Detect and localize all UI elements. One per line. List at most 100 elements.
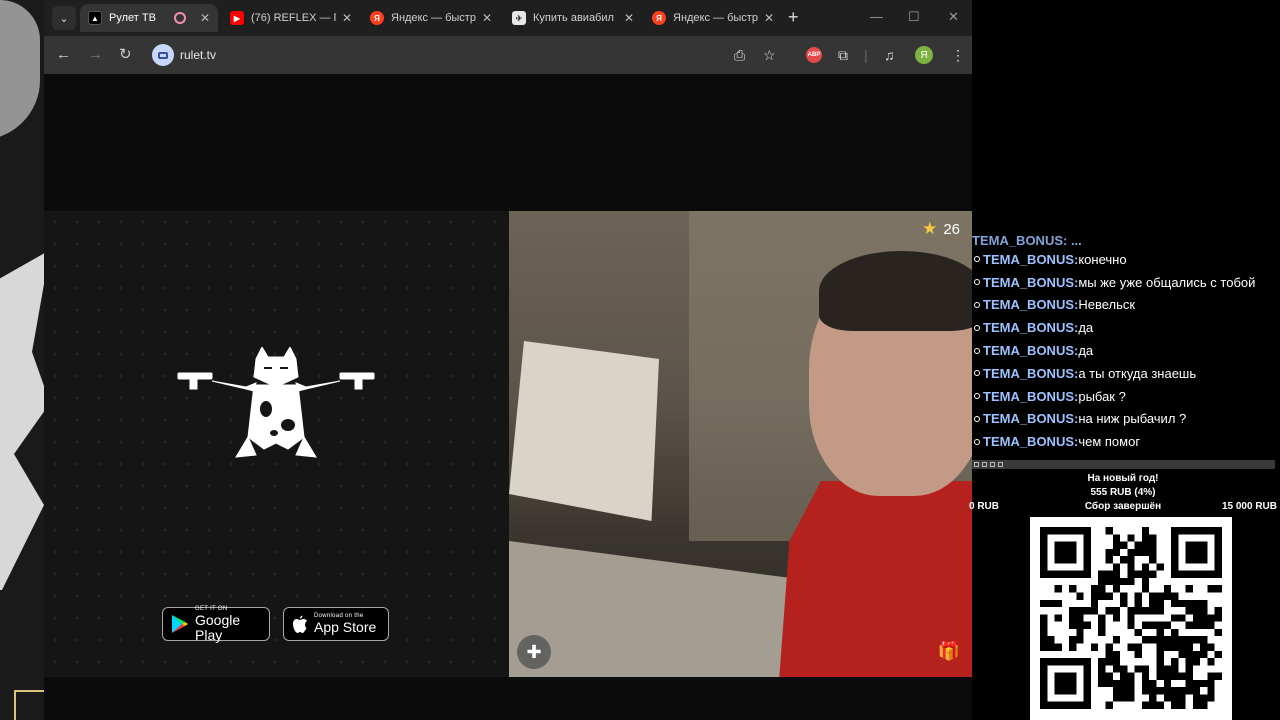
video-cabinet	[509, 341, 659, 521]
divider: |	[864, 47, 868, 63]
site-info-icon[interactable]	[152, 44, 174, 66]
app-store-big-text: App Store	[314, 619, 377, 635]
chat-bullet-icon	[974, 347, 980, 354]
adblock-extension-icon[interactable]: ABP	[806, 47, 822, 63]
donation-qr-code	[1030, 517, 1232, 720]
chat-message-text: Невельск	[1078, 297, 1136, 313]
chat-message-text: а ты откуда знаешь	[1078, 365, 1197, 381]
star-counter: ★ 26	[922, 219, 960, 239]
partner-video: ★ 26 ✚ 🎁	[509, 211, 972, 677]
chat-nickname: TEMA_BONUS:	[983, 343, 1079, 359]
apple-icon	[293, 615, 307, 633]
chat-message-text: мы же уже общались с тобой	[1078, 274, 1256, 290]
chat-message-list: TEMA_BONUS: конечно TEMA_BONUS: мы же уже о…	[972, 248, 1280, 453]
close-icon[interactable]: ✕	[342, 11, 352, 25]
gift-icon: 🎁	[937, 641, 960, 661]
goal-range: 0 RUB Сбор завершён 15 000 RUB	[966, 500, 1280, 514]
url-text: rulet.tv	[180, 48, 217, 62]
tab-yandex-2[interactable]: Я Яндекс — быстр ✕	[644, 4, 782, 32]
stream-background-left	[0, 0, 44, 720]
background-frame	[14, 690, 44, 720]
google-play-icon	[172, 615, 188, 633]
goal-max: 15 000 RUB	[1221, 501, 1277, 512]
star-count-value: 26	[943, 220, 960, 238]
browser-window: ⌄ ▲ Рулет ТВ ✕ ▶ (76) REFLEX — П ✕ Я Янд…	[44, 0, 972, 720]
reload-icon[interactable]: ↻	[119, 46, 132, 64]
menu-kebab-icon[interactable]: ⋮	[951, 46, 965, 64]
forward-arrow-icon[interactable]: →	[88, 46, 103, 64]
star-icon: ★	[922, 219, 938, 238]
screen: ⌄ ▲ Рулет ТВ ✕ ▶ (76) REFLEX — П ✕ Я Янд…	[0, 0, 1280, 720]
background-shape	[0, 250, 44, 590]
gift-button[interactable]: 🎁	[938, 641, 960, 662]
chat-nickname: TEMA_BONUS:	[983, 365, 1079, 381]
tab-reflex[interactable]: ▶ (76) REFLEX — П ✕	[222, 4, 360, 32]
chat-bullet-icon	[974, 324, 980, 331]
chat-message: TEMA_BONUS: да	[972, 339, 1280, 362]
profile-avatar[interactable]: Я	[915, 46, 933, 64]
game-controller-button[interactable]: ✚	[517, 635, 551, 669]
maximize-button[interactable]: ☐	[908, 9, 920, 25]
chat-nickname: TEMA_BONUS:	[983, 297, 1079, 313]
chat-message-text: на ниж рыбачил ?	[1078, 411, 1187, 427]
background-shape	[0, 0, 40, 140]
promo-panel: GET IT ON Google Play Download on the Ap…	[44, 211, 509, 677]
address-bar[interactable]: rulet.tv	[148, 41, 768, 69]
media-control-icon[interactable]: ♫	[884, 46, 895, 64]
tab-title: (76) REFLEX — П	[251, 12, 336, 24]
chevron-down-icon: ⌄	[59, 12, 69, 25]
tab-yandex-1[interactable]: Я Яндекс — быстр ✕	[362, 4, 500, 32]
tab-search-button[interactable]: ⌄	[52, 6, 76, 30]
close-icon[interactable]: ✕	[482, 11, 492, 25]
chat-row-partial: TEMA_BONUS: ...	[972, 232, 1280, 248]
yandex-favicon-icon: Я	[370, 11, 384, 25]
close-window-button[interactable]: ✕	[948, 9, 959, 25]
close-icon[interactable]: ✕	[764, 11, 774, 25]
stream-chat: TEMA_BONUS: ... TEMA_BONUS: конечно TEMA_B…	[972, 232, 1280, 460]
chat-bullet-icon	[974, 438, 980, 445]
chat-message: TEMA_BONUS: чем помог	[972, 430, 1280, 453]
browser-toolbar: ← → ↻ rulet.tv ⎙ ☆ ABP ⧉ | ♫ Я ⋮	[44, 36, 972, 74]
video-person-hair	[819, 251, 972, 331]
donation-goal: На новый год! 555 RUB (4%) 0 RUB Сбор за…	[966, 472, 1280, 514]
close-icon[interactable]: ✕	[624, 11, 634, 25]
chat-nickname: TEMA_BONUS:	[983, 320, 1079, 336]
avia-favicon-icon: ✈	[512, 11, 526, 25]
goal-collected: 555 RUB (4%)	[1090, 487, 1156, 498]
tab-avia[interactable]: ✈ Купить авиабил ✕	[504, 4, 642, 32]
chat-message: TEMA_BONUS: Невельск	[972, 294, 1280, 317]
chat-message: TEMA_BONUS: а ты откуда знаешь	[972, 362, 1280, 385]
recording-icon	[173, 12, 186, 24]
back-arrow-icon[interactable]: ←	[56, 46, 71, 64]
chat-message: TEMA_BONUS: конечно	[972, 248, 1280, 271]
minimize-button[interactable]: —	[870, 9, 883, 24]
chat-nickname: TEMA_BONUS:	[983, 388, 1079, 404]
chat-message-text: да	[1078, 320, 1094, 336]
chat-nickname: TEMA_BONUS:	[983, 251, 1079, 267]
chat-message-text: да	[1078, 343, 1094, 359]
google-play-button[interactable]: GET IT ON Google Play	[162, 606, 270, 643]
tab-rulet[interactable]: ▲ Рулет ТВ ✕	[80, 4, 218, 32]
tab-title: Купить авиабил	[533, 12, 614, 24]
new-tab-button[interactable]: +	[788, 8, 799, 26]
close-icon[interactable]: ✕	[200, 11, 210, 25]
bookmark-star-icon[interactable]: ☆	[763, 46, 776, 64]
chat-nickname: TEMA_BONUS:	[983, 434, 1079, 450]
extensions-puzzle-icon[interactable]: ⧉	[838, 46, 848, 64]
chat-scrollbar[interactable]	[972, 460, 1275, 469]
chat-message: TEMA_BONUS: да	[972, 316, 1280, 339]
chat-message: TEMA_BONUS: рыбак ?	[972, 385, 1280, 408]
chat-bullet-icon	[974, 256, 980, 263]
google-play-big-text: Google Play	[195, 611, 241, 643]
chat-partial-text: TEMA_BONUS: ...	[972, 233, 1082, 248]
install-app-icon[interactable]: ⎙	[734, 46, 745, 64]
qr-code-image	[1040, 527, 1222, 709]
yandex-favicon-icon: Я	[652, 11, 666, 25]
goal-title: На новый год!	[1087, 473, 1159, 484]
chat-message-text: чем помог	[1078, 434, 1141, 450]
chat-bullet-icon	[974, 415, 980, 422]
chat-nickname: TEMA_BONUS:	[983, 274, 1079, 290]
gamepad-icon: ✚	[526, 641, 542, 662]
chat-message: TEMA_BONUS: мы же уже общались с тобой	[972, 271, 1280, 294]
app-store-button[interactable]: Download on the App Store	[283, 607, 389, 641]
